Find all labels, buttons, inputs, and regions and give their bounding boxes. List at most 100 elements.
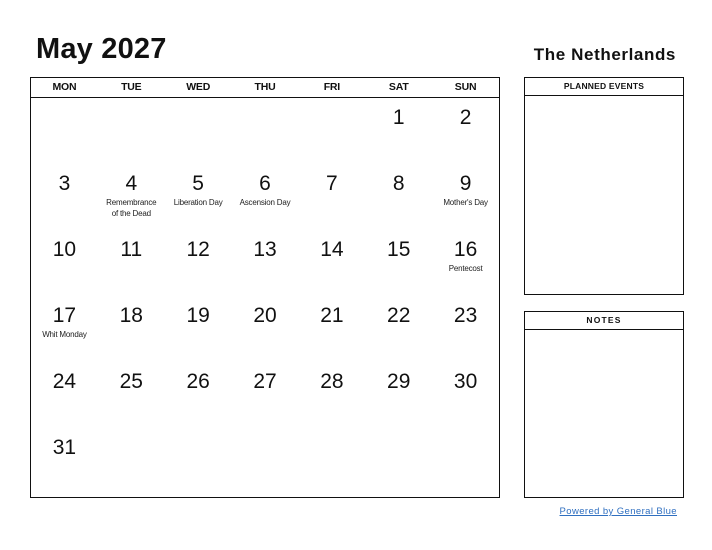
- empty-day-cell: [298, 428, 365, 493]
- empty-day-cell: [232, 428, 299, 493]
- day-cell: 26: [165, 362, 232, 428]
- empty-day-cell: [31, 98, 98, 164]
- week-row: 24 25 26 27 28 29 30: [31, 362, 499, 428]
- day-cell: 25: [98, 362, 165, 428]
- day-cell: 19: [165, 296, 232, 362]
- day-number: 30: [453, 370, 478, 393]
- weekday-header: SAT: [388, 81, 409, 93]
- day-cell: 23: [432, 296, 499, 362]
- day-cell: 18: [98, 296, 165, 362]
- day-cell: 1: [365, 98, 432, 164]
- day-cell: 12: [165, 230, 232, 296]
- day-number: 24: [52, 370, 77, 393]
- day-cell: 31: [31, 428, 98, 493]
- day-number: 3: [58, 172, 71, 195]
- day-number: 20: [253, 304, 277, 327]
- empty-day-cell: [98, 428, 165, 493]
- weekday-header: WED: [186, 81, 211, 93]
- day-cell: 28: [298, 362, 365, 428]
- day-cell: 17 Whit Monday: [31, 296, 98, 362]
- notes-heading: NOTES: [525, 312, 683, 330]
- day-cell: 29: [365, 362, 432, 428]
- day-number: 2: [459, 106, 472, 129]
- day-cell: 14: [298, 230, 365, 296]
- day-number: 4: [125, 172, 138, 195]
- day-cell: 7: [298, 164, 365, 230]
- day-number: 14: [320, 238, 344, 261]
- day-number: 7: [326, 172, 338, 195]
- holiday-label: Pentecost: [448, 264, 483, 273]
- day-number: 17: [52, 304, 77, 327]
- day-number: 16: [453, 238, 478, 261]
- day-number: 19: [186, 304, 210, 327]
- week-row: 10 11 12 13 14 15 16 Pentecost: [31, 230, 499, 296]
- empty-day-cell: [432, 428, 499, 493]
- country-name: The Netherlands: [533, 45, 676, 64]
- empty-day-cell: [298, 98, 365, 164]
- day-number: 6: [259, 172, 271, 195]
- empty-day-cell: [365, 428, 432, 493]
- empty-day-cell: [98, 98, 165, 164]
- notes-panel: NOTES: [524, 311, 684, 498]
- day-number: 15: [387, 238, 411, 261]
- day-cell: 10: [31, 230, 98, 296]
- day-number: 28: [320, 370, 344, 393]
- day-number: 18: [119, 304, 143, 327]
- planned-events-panel: PLANNED EVENTS: [524, 77, 684, 295]
- weekday-header: FRI: [323, 81, 341, 93]
- day-number: 31: [52, 436, 77, 459]
- day-number: 13: [253, 238, 277, 261]
- holiday-label: Liberation Day: [173, 198, 223, 207]
- day-number: 25: [119, 370, 143, 393]
- weeks-container: 1 2 3 4 Remembrance of the Dead 5 Liberation D…: [31, 98, 499, 493]
- day-cell: 21: [298, 296, 365, 362]
- day-cell: 13: [232, 230, 299, 296]
- day-number: 23: [453, 304, 478, 327]
- day-cell: 30: [432, 362, 499, 428]
- day-number: 10: [52, 238, 77, 261]
- day-number: 26: [186, 370, 210, 393]
- planned-events-heading: PLANNED EVENTS: [525, 78, 683, 96]
- holiday-label: Remembrance of the Dead: [106, 198, 157, 218]
- empty-day-cell: [165, 428, 232, 493]
- day-cell: 2: [432, 98, 499, 164]
- day-cell: 22: [365, 296, 432, 362]
- day-cell: 4 Remembrance of the Dead: [98, 164, 165, 230]
- day-cell: 24: [31, 362, 98, 428]
- day-cell: 11: [98, 230, 165, 296]
- weekday-header: MON: [52, 81, 77, 93]
- weekday-header: SUN: [454, 81, 477, 93]
- month-calendar-grid: MON TUE WED THU FRI SAT SUN 1 2 3 4 Remembra…: [30, 77, 500, 498]
- day-cell: 8: [365, 164, 432, 230]
- day-cell: 27: [232, 362, 299, 428]
- holiday-label: Whit Monday: [42, 330, 87, 339]
- week-row: 3 4 Remembrance of the Dead 5 Liberation Day…: [31, 164, 499, 230]
- day-number: 9: [459, 172, 472, 195]
- day-number: 27: [253, 370, 277, 393]
- weekday-header: THU: [254, 81, 276, 93]
- day-cell: 9 Mother's Day: [432, 164, 499, 230]
- day-cell: 6 Ascension Day: [232, 164, 299, 230]
- week-row: 31: [31, 428, 499, 493]
- day-number: 12: [186, 238, 210, 261]
- weekday-header-row: MON TUE WED THU FRI SAT SUN: [31, 78, 499, 98]
- day-number: 29: [387, 370, 411, 393]
- week-row: 12: [31, 98, 499, 164]
- day-number: 8: [392, 172, 405, 195]
- day-number: 21: [320, 304, 344, 327]
- day-cell: 16 Pentecost: [432, 230, 499, 296]
- empty-day-cell: [232, 98, 299, 164]
- day-cell: 15: [365, 230, 432, 296]
- holiday-label: Ascension Day: [239, 198, 291, 207]
- day-cell: 20: [232, 296, 299, 362]
- day-number: 22: [387, 304, 411, 327]
- week-row: 17 Whit Monday 18 19 20 21 22 23: [31, 296, 499, 362]
- calendar-title: May 2027: [36, 33, 167, 65]
- powered-by-link[interactable]: Powered by General Blue: [560, 506, 677, 517]
- day-number: 5: [192, 172, 204, 195]
- day-number: 11: [120, 238, 143, 261]
- day-cell: 3: [31, 164, 98, 230]
- day-cell: 5 Liberation Day: [165, 164, 232, 230]
- weekday-header: TUE: [121, 81, 142, 93]
- day-number: 1: [392, 106, 405, 129]
